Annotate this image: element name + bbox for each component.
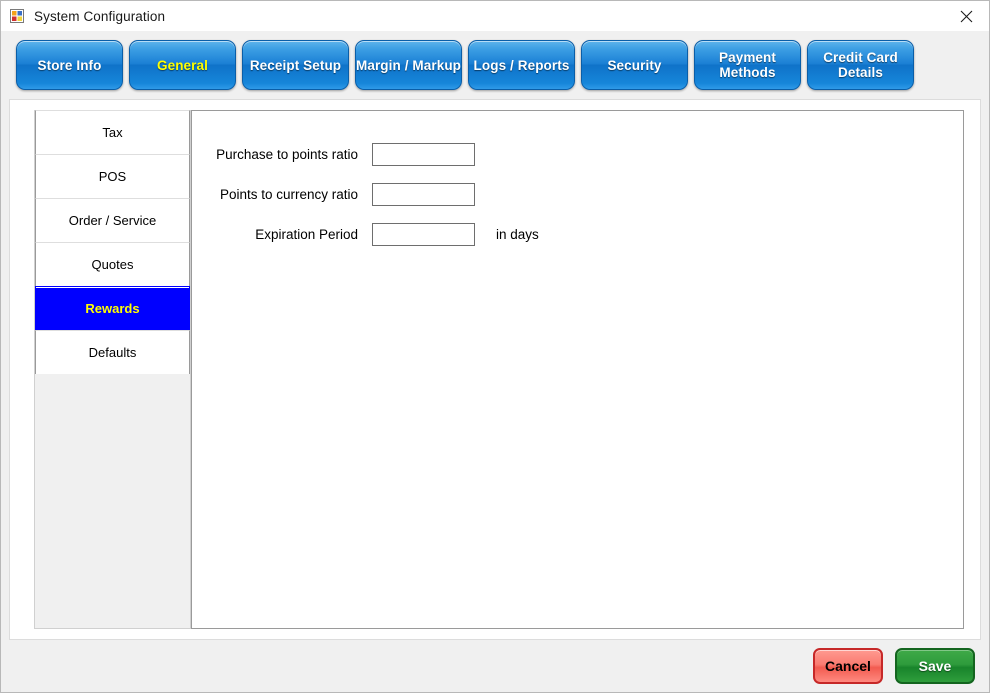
tab-strip: Store Info General Receipt Setup Margin / M… [1, 31, 989, 99]
expiration-period-suffix: in days [496, 226, 539, 242]
cancel-button-label: Cancel [825, 658, 871, 674]
tab-logs-reports[interactable]: Logs / Reports [468, 40, 575, 90]
save-button-label: Save [918, 658, 952, 674]
tab-label: Receipt Setup [249, 57, 342, 73]
sidebar-item-quotes[interactable]: Quotes [35, 242, 190, 287]
sidebar-item-order-service[interactable]: Order / Service [35, 198, 190, 243]
body-frame: Tax POS Order / Service Quotes Rewards Defaul… [9, 99, 981, 640]
sidebar-item-pos[interactable]: POS [35, 154, 190, 199]
tab-label: General [157, 57, 208, 73]
sidebar-item-label: Tax [102, 125, 123, 140]
form-row-expiration-period: Expiration Period in days [192, 216, 963, 252]
sidebar-item-label: Quotes [91, 257, 134, 272]
sidebar-item-label: POS [98, 169, 127, 184]
save-button[interactable]: Save [895, 648, 975, 684]
tab-credit-card-details[interactable]: Credit Card Details [807, 40, 914, 90]
cancel-button[interactable]: Cancel [813, 648, 883, 684]
tab-receipt-setup[interactable]: Receipt Setup [242, 40, 349, 90]
tab-label: Credit Card Details [823, 50, 898, 80]
window-title: System Configuration [34, 8, 166, 24]
tab-label: Security [607, 57, 662, 73]
sidebar-item-label: Rewards [85, 301, 140, 316]
form-icon [10, 8, 26, 24]
tab-label: Margin / Markup [356, 57, 462, 73]
tab-store-info[interactable]: Store Info [16, 40, 123, 90]
purchase-to-points-ratio-label: Purchase to points ratio [216, 146, 358, 162]
expiration-period-input[interactable] [372, 222, 475, 246]
close-icon[interactable] [943, 1, 989, 31]
sidebar-item-label: Order / Service [68, 213, 157, 228]
form-row-points-to-currency-ratio: Points to currency ratio [192, 176, 963, 212]
tab-label: Payment Methods [719, 50, 776, 80]
tab-margin-markup[interactable]: Margin / Markup [355, 40, 462, 90]
sidebar-item-defaults[interactable]: Defaults [35, 330, 190, 375]
points-to-currency-ratio-input[interactable] [372, 182, 475, 206]
sidebar-item-tax[interactable]: Tax [35, 110, 190, 155]
tab-general[interactable]: General [129, 40, 236, 90]
tab-payment-methods[interactable]: Payment Methods [694, 40, 801, 90]
tab-security[interactable]: Security [581, 40, 688, 90]
title-bar: System Configuration [1, 1, 989, 31]
tab-label: Logs / Reports [473, 57, 570, 73]
expiration-period-label: Expiration Period [255, 226, 358, 242]
purchase-to-points-ratio-input[interactable] [372, 142, 475, 166]
form-row-purchase-to-points-ratio: Purchase to points ratio [192, 136, 963, 172]
sidebar-item-rewards[interactable]: Rewards [35, 286, 190, 331]
points-to-currency-ratio-label: Points to currency ratio [219, 186, 358, 202]
footer-bar: Cancel Save [1, 640, 989, 692]
tab-label: Store Info [37, 57, 102, 73]
sidebar-filler [35, 374, 190, 628]
content-panel: Purchase to points ratio Points to curren… [191, 110, 964, 629]
rewards-form: Purchase to points ratio Points to curren… [192, 136, 963, 256]
settings-sidebar: Tax POS Order / Service Quotes Rewards Defaul… [34, 110, 191, 629]
sidebar-item-label: Defaults [88, 345, 137, 360]
system-configuration-window: System Configuration Store Info General Re… [0, 0, 990, 693]
